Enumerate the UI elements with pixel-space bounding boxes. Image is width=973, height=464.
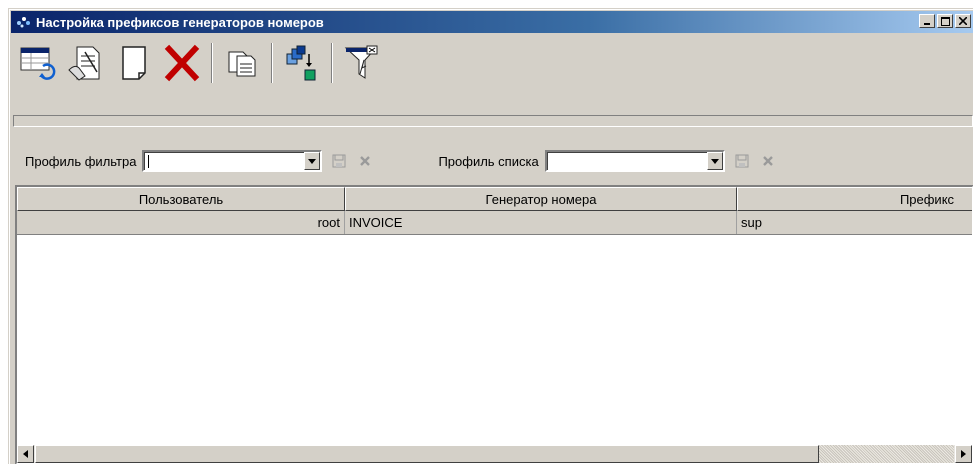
filter-bar: Профиль фильтра Профиль списка	[11, 141, 973, 181]
new-document-icon[interactable]	[113, 42, 155, 84]
cell-user[interactable]: root	[17, 211, 345, 234]
clear-icon[interactable]	[356, 152, 374, 170]
maximize-button[interactable]	[937, 14, 953, 28]
column-header-user[interactable]: Пользователь	[17, 187, 345, 211]
horizontal-scrollbar[interactable]	[17, 445, 972, 463]
app-icon	[15, 14, 33, 30]
close-button[interactable]	[955, 14, 971, 28]
text-cursor	[148, 155, 150, 168]
scroll-left-button[interactable]	[17, 445, 34, 463]
grid-header: Пользователь Генератор номера Префикс	[17, 187, 972, 211]
prefix-settings-window: Настройка префиксов генераторов номеров	[8, 8, 973, 464]
filter-profile-select[interactable]	[142, 150, 323, 172]
column-header-generator[interactable]: Генератор номера	[345, 187, 737, 211]
save-icon[interactable]	[330, 152, 348, 170]
toolbar-separator	[211, 43, 213, 83]
window-title: Настройка префиксов генераторов номеров	[36, 14, 324, 30]
delete-icon[interactable]	[161, 42, 203, 84]
copy-icon[interactable]	[221, 42, 263, 84]
toolbar-separator	[331, 43, 333, 83]
data-grid: Пользователь Генератор номера Префикс ro…	[15, 185, 973, 464]
list-profile-select[interactable]	[544, 150, 725, 172]
edit-document-icon[interactable]	[65, 42, 107, 84]
refresh-list-icon[interactable]	[17, 42, 59, 84]
toolbar-separator	[271, 43, 273, 83]
hierarchy-icon[interactable]	[281, 42, 323, 84]
toolbar	[11, 35, 973, 91]
scroll-right-button[interactable]	[955, 445, 972, 463]
column-header-prefix[interactable]: Префикс	[737, 187, 972, 211]
cell-generator[interactable]: INVOICE	[345, 211, 737, 234]
list-profile-label: Профиль списка	[438, 153, 539, 169]
minimize-button[interactable]	[919, 14, 935, 28]
filter-profile-label: Профиль фильтра	[25, 153, 137, 169]
chevron-down-icon[interactable]	[706, 152, 723, 170]
filter-icon[interactable]	[341, 42, 383, 84]
scrollbar-track[interactable]	[819, 445, 954, 463]
save-icon[interactable]	[733, 152, 751, 170]
chevron-down-icon[interactable]	[304, 152, 321, 170]
clear-icon[interactable]	[759, 152, 777, 170]
grid-content: Пользователь Генератор номера Префикс ro…	[17, 187, 972, 235]
table-row[interactable]: root INVOICE sup	[17, 211, 972, 235]
tab-strip	[13, 115, 973, 127]
title-bar[interactable]: Настройка префиксов генераторов номеров	[11, 11, 973, 33]
window-controls	[919, 14, 971, 28]
scrollbar-thumb[interactable]	[35, 445, 819, 463]
cell-prefix[interactable]: sup	[737, 211, 972, 234]
